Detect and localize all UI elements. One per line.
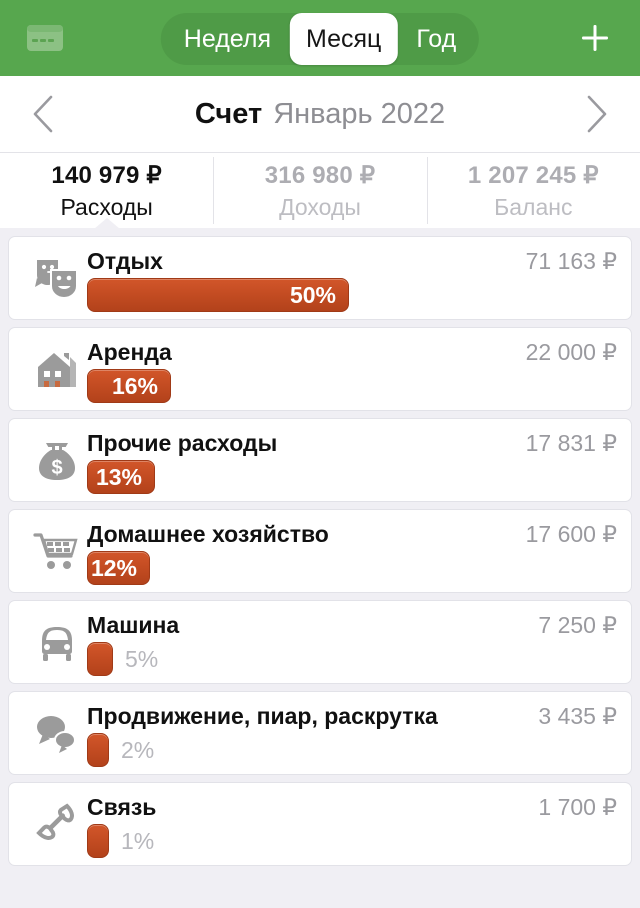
category-bar xyxy=(87,733,109,767)
category-amount: 1 700 ₽ xyxy=(538,794,617,820)
summary-row: 140 979 ₽ Расходы 316 980 ₽ Доходы 1 207… xyxy=(0,152,640,229)
category-content: Отдых 71 163 ₽ 50% xyxy=(87,244,617,312)
svg-text:$: $ xyxy=(51,457,62,479)
category-amount: 3 435 ₽ xyxy=(538,703,617,729)
category-amount: 7 250 ₽ xyxy=(538,612,617,638)
category-list: Отдых 71 163 ₽ 50% Аренда 22 000 ₽ 16% $… xyxy=(0,228,640,866)
category-amount: 17 831 ₽ xyxy=(525,430,617,456)
balance-value: 1 207 245 ₽ xyxy=(467,161,599,189)
category-content: Домашнее хозяйство 17 600 ₽ 12% xyxy=(87,517,617,585)
category-bar: 13% xyxy=(87,460,155,494)
category-header: Домашнее хозяйство 17 600 ₽ xyxy=(87,521,617,549)
category-percent: 12% xyxy=(90,554,137,581)
category-header: Аренда 22 000 ₽ xyxy=(87,339,617,367)
theater-masks-icon xyxy=(27,250,87,306)
category-row[interactable]: Связь 1 700 ₽ 1% xyxy=(8,782,632,866)
period-label: Январь 2022 xyxy=(273,97,446,130)
category-bar: 16% xyxy=(87,369,171,403)
category-row[interactable]: Отдых 71 163 ₽ 50% xyxy=(8,236,632,320)
segment-month[interactable]: Месяц xyxy=(290,13,398,65)
category-percent: 50% xyxy=(289,281,336,308)
category-row[interactable]: Продвижение, пиар, раскрутка 3 435 ₽ 2% xyxy=(8,691,632,775)
category-amount: 17 600 ₽ xyxy=(525,521,617,547)
chevron-left-icon[interactable] xyxy=(8,76,78,152)
category-header: Отдых 71 163 ₽ xyxy=(87,248,617,276)
category-content: Продвижение, пиар, раскрутка 3 435 ₽ 2% xyxy=(87,699,617,767)
category-name: Отдых xyxy=(87,248,163,274)
category-row[interactable]: Аренда 22 000 ₽ 16% xyxy=(8,327,632,411)
date-navigation-bar: Счет Январь 2022 xyxy=(0,76,640,152)
category-bar-line: 1% xyxy=(87,824,617,858)
category-bar-line: 16% xyxy=(87,369,617,403)
category-percent: 16% xyxy=(111,372,158,399)
balance-label: Баланс xyxy=(494,193,573,220)
category-name: Машина xyxy=(87,612,180,638)
money-bag-icon: $ xyxy=(27,432,87,488)
expenses-value: 140 979 ₽ xyxy=(51,161,162,189)
category-amount: 22 000 ₽ xyxy=(525,339,617,365)
category-percent: 1% xyxy=(121,827,155,854)
active-tab-pointer xyxy=(93,218,120,229)
chevron-right-icon[interactable] xyxy=(562,76,632,152)
category-name: Связь xyxy=(87,794,157,820)
shopping-cart-icon xyxy=(27,523,87,579)
category-bar-line: 50% xyxy=(87,278,617,312)
category-percent: 2% xyxy=(121,736,155,763)
category-row[interactable]: Домашнее хозяйство 17 600 ₽ 12% xyxy=(8,509,632,593)
category-bar-line: 13% xyxy=(87,460,617,494)
income-label: Доходы xyxy=(279,193,361,220)
category-bar-line: 5% xyxy=(87,642,617,676)
expenses-label: Расходы xyxy=(60,193,153,220)
category-bar: 50% xyxy=(87,278,349,312)
category-header: Связь 1 700 ₽ xyxy=(87,794,617,822)
category-name: Продвижение, пиар, раскрутка xyxy=(87,703,438,729)
summary-tab-expenses[interactable]: 140 979 ₽ Расходы xyxy=(0,153,213,229)
page-title: Счет Январь 2022 xyxy=(195,98,445,131)
category-bar: 12% xyxy=(87,551,150,585)
plus-icon[interactable] xyxy=(572,15,618,61)
category-amount: 71 163 ₽ xyxy=(525,248,617,274)
category-name: Аренда xyxy=(87,339,172,365)
category-header: Машина 7 250 ₽ xyxy=(87,612,617,640)
summary-tab-income[interactable]: 316 980 ₽ Доходы xyxy=(213,153,426,228)
category-name: Домашнее хозяйство xyxy=(87,521,329,547)
period-segmented-control[interactable]: Неделя Месяц Год xyxy=(160,13,480,65)
category-row[interactable]: Машина 7 250 ₽ 5% xyxy=(8,600,632,684)
category-bar-line: 12% xyxy=(87,551,617,585)
income-value: 316 980 ₽ xyxy=(264,161,376,189)
segment-year[interactable]: Год xyxy=(399,19,473,59)
speech-bubbles-icon xyxy=(27,705,87,761)
category-bar xyxy=(87,824,109,858)
category-bar xyxy=(87,642,113,676)
house-icon xyxy=(27,341,87,397)
phone-handset-icon xyxy=(27,796,87,852)
category-content: Аренда 22 000 ₽ 16% xyxy=(87,335,617,403)
category-content: Машина 7 250 ₽ 5% xyxy=(87,608,617,676)
credit-card-icon[interactable] xyxy=(22,18,68,58)
category-header: Прочие расходы 17 831 ₽ xyxy=(87,430,617,458)
car-icon xyxy=(27,614,87,670)
segment-week[interactable]: Неделя xyxy=(167,19,288,59)
top-toolbar: Неделя Месяц Год xyxy=(0,0,640,76)
summary-tab-balance[interactable]: 1 207 245 ₽ Баланс xyxy=(426,153,640,228)
category-percent: 5% xyxy=(125,645,159,672)
category-percent: 13% xyxy=(95,463,142,490)
category-content: Связь 1 700 ₽ 1% xyxy=(87,790,617,858)
account-title: Счет xyxy=(194,97,263,130)
category-header: Продвижение, пиар, раскрутка 3 435 ₽ xyxy=(87,703,617,731)
category-name: Прочие расходы xyxy=(87,430,278,456)
category-content: Прочие расходы 17 831 ₽ 13% xyxy=(87,426,617,494)
category-row[interactable]: $ Прочие расходы 17 831 ₽ 13% xyxy=(8,418,632,502)
category-bar-line: 2% xyxy=(87,733,617,767)
